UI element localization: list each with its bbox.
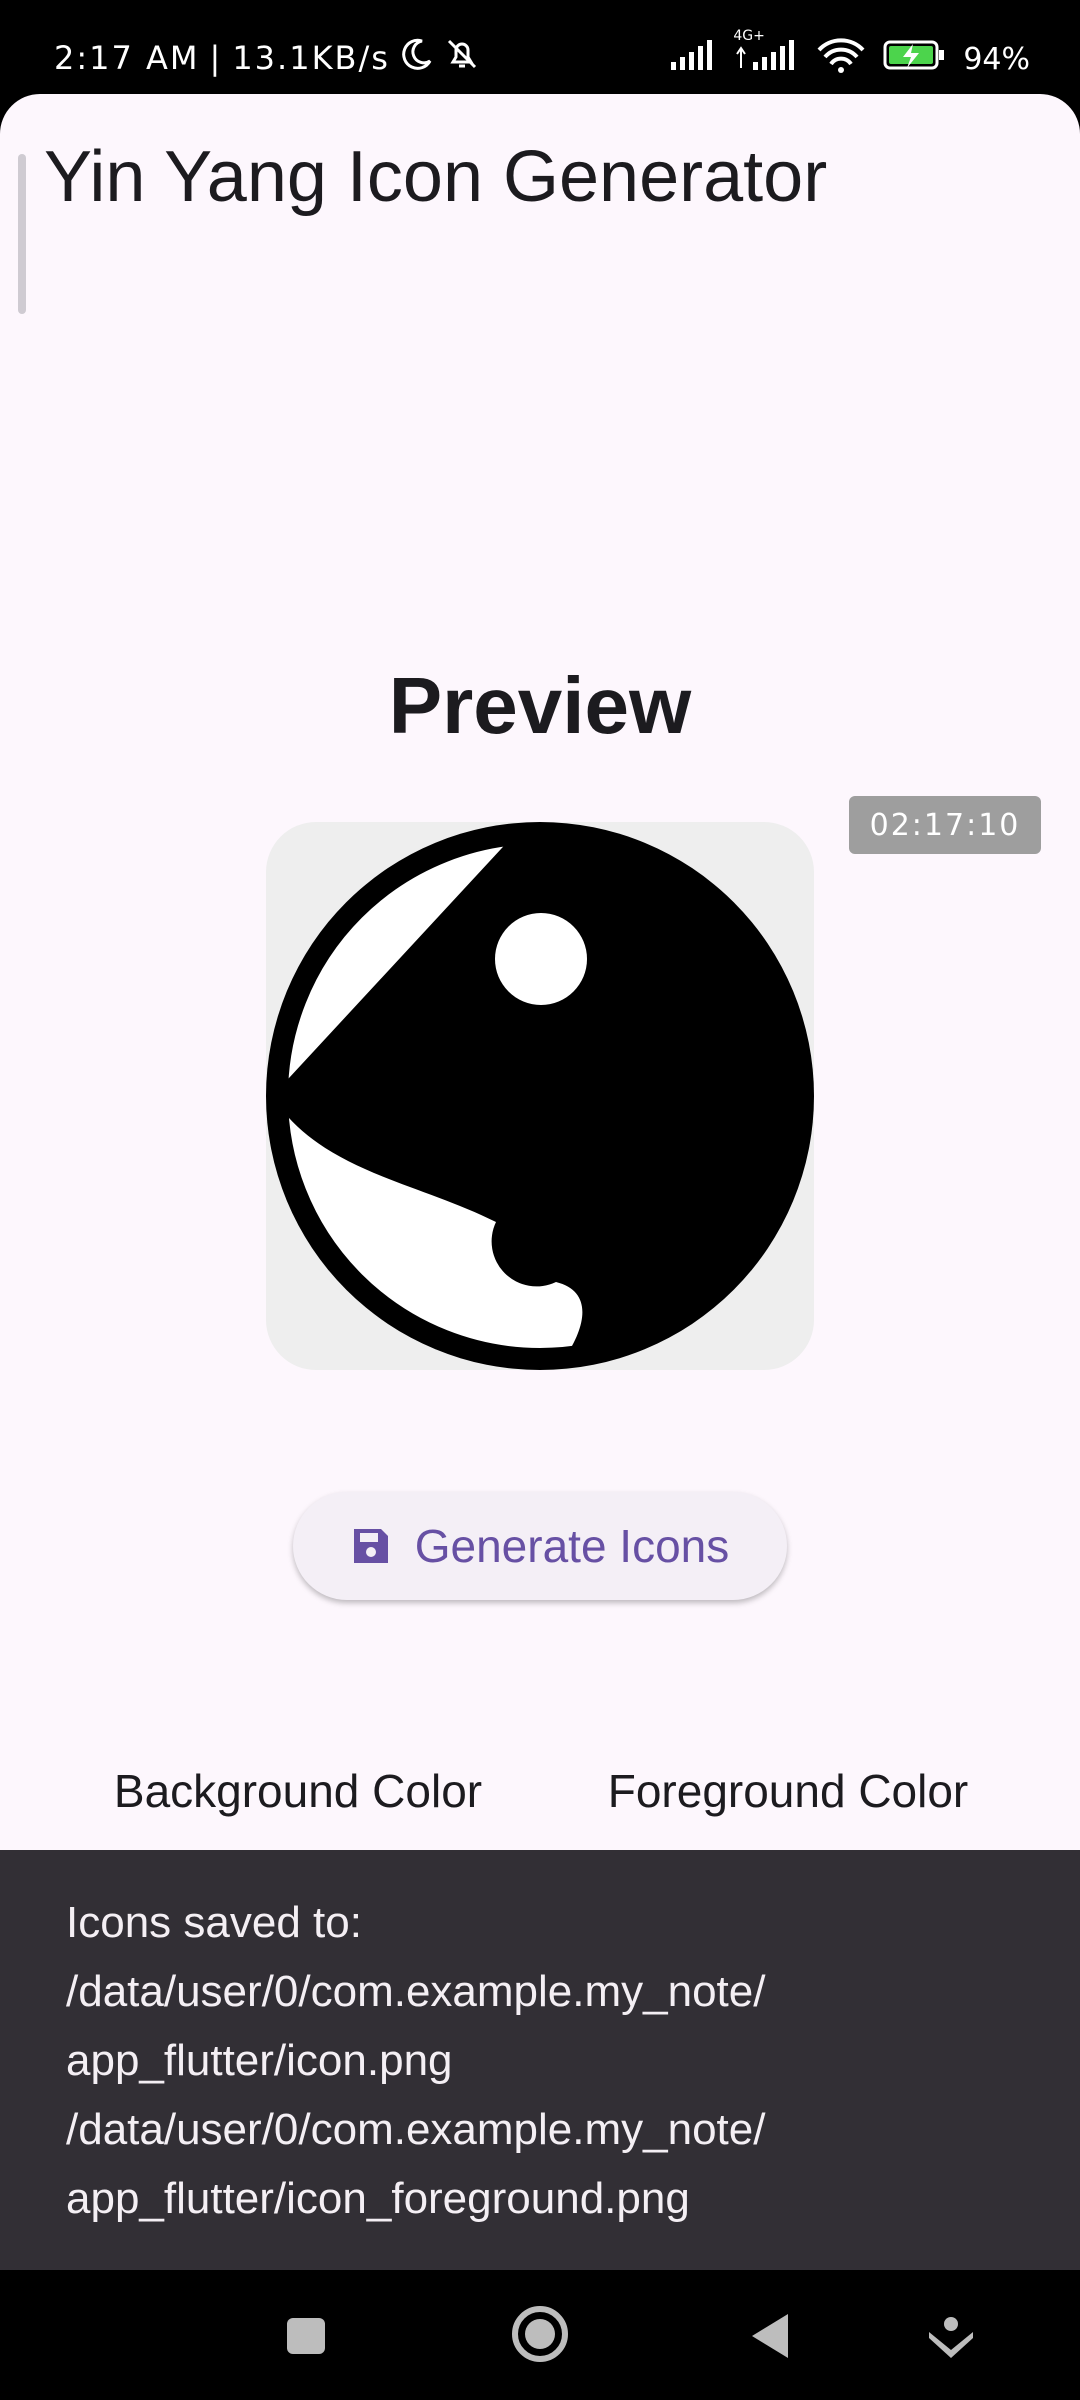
icon-preview bbox=[266, 822, 814, 1370]
foreground-color-label: Foreground Color bbox=[607, 1765, 969, 1817]
snackbar-line: Icons saved to: bbox=[66, 1898, 362, 1947]
yin-yang-icon bbox=[266, 822, 814, 1370]
status-speed: 13.1KB/s bbox=[232, 39, 390, 77]
back-triangle-icon[interactable] bbox=[748, 2306, 794, 2371]
square-icon[interactable] bbox=[285, 2306, 329, 2371]
accessibility-icon[interactable] bbox=[925, 2306, 977, 2371]
bell-off-icon bbox=[444, 36, 480, 80]
battery-charging-icon bbox=[883, 38, 947, 80]
generate-icons-label: Generate Icons bbox=[414, 1520, 730, 1572]
home-circle-icon[interactable] bbox=[510, 2302, 570, 2371]
save-icon bbox=[351, 1526, 391, 1566]
snackbar: Icons saved to: /data/user/0/com.example… bbox=[0, 1850, 1080, 2270]
network-label: 4G+ bbox=[733, 28, 765, 44]
status-separator: | bbox=[209, 39, 223, 77]
signal-icon bbox=[669, 38, 717, 80]
status-bar: 2:17 AM | 13.1KB/s 4G+ 94% bbox=[0, 0, 1080, 94]
snackbar-line: app_flutter/icon.png bbox=[66, 2036, 453, 2085]
wifi-icon bbox=[815, 36, 867, 82]
background-color-label: Background Color bbox=[113, 1765, 483, 1817]
timestamp-badge: 02:17:10 bbox=[849, 796, 1041, 854]
page-title: Yin Yang Icon Generator bbox=[44, 137, 828, 217]
status-left: 2:17 AM | 13.1KB/s bbox=[54, 36, 480, 80]
status-right: 4G+ 94% bbox=[669, 28, 1030, 82]
snackbar-line: /data/user/0/com.example.my_note/ bbox=[66, 2105, 766, 2154]
signal-4g-icon: 4G+ bbox=[733, 28, 799, 80]
generate-icons-button[interactable]: Generate Icons bbox=[293, 1492, 787, 1600]
scrollbar[interactable] bbox=[18, 154, 26, 314]
navigation-bar bbox=[0, 2270, 1080, 2400]
moon-icon bbox=[400, 37, 434, 79]
battery-percent: 94% bbox=[963, 41, 1030, 77]
snackbar-line: app_flutter/icon_foreground.png bbox=[66, 2174, 690, 2223]
snackbar-line: /data/user/0/com.example.my_note/ bbox=[66, 1967, 766, 2016]
status-time: 2:17 AM bbox=[54, 39, 200, 77]
preview-heading: Preview bbox=[388, 661, 692, 750]
